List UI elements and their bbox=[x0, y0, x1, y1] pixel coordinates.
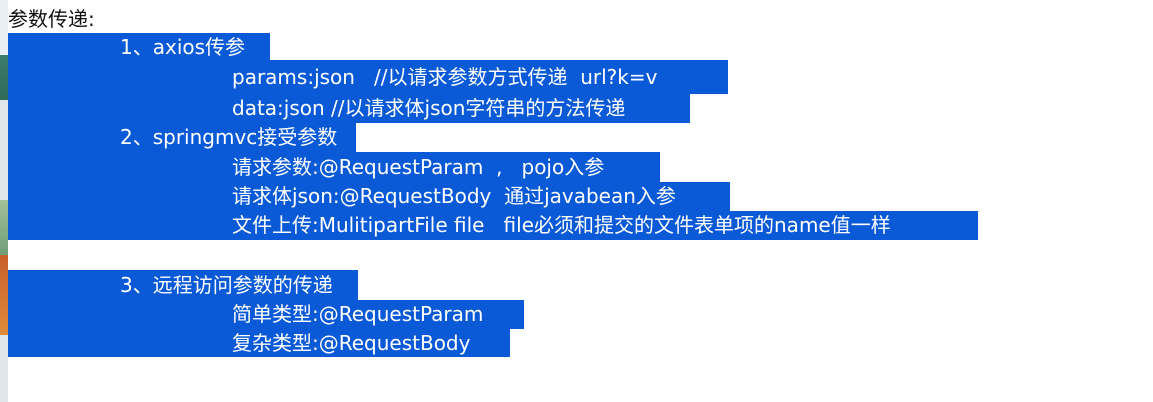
request-body-line: 请求体json:@RequestBody 通过javabean入参 bbox=[232, 184, 676, 208]
window-left-edge bbox=[0, 0, 8, 402]
axios-params-line: params:json //以请求参数方式传递 url?k=v bbox=[232, 65, 658, 89]
simple-type-line: 简单类型:@RequestParam bbox=[232, 302, 484, 326]
axios-title: 1、axios传参 bbox=[120, 35, 246, 59]
springmvc-title: 2、springmvc接受参数 bbox=[120, 125, 338, 149]
request-param-line: 请求参数:@RequestParam , pojo入参 bbox=[232, 155, 605, 179]
axios-data-line: data:json //以请求体json字符串的方法传递 bbox=[232, 96, 626, 120]
file-upload-line: 文件上传:MulitipartFile file file必须和提交的文件表单项… bbox=[232, 213, 891, 237]
complex-type-line: 复杂类型:@RequestBody bbox=[232, 331, 471, 355]
section-heading: 参数传递: bbox=[8, 6, 95, 32]
remote-title: 3、远程访问参数的传递 bbox=[120, 273, 333, 297]
